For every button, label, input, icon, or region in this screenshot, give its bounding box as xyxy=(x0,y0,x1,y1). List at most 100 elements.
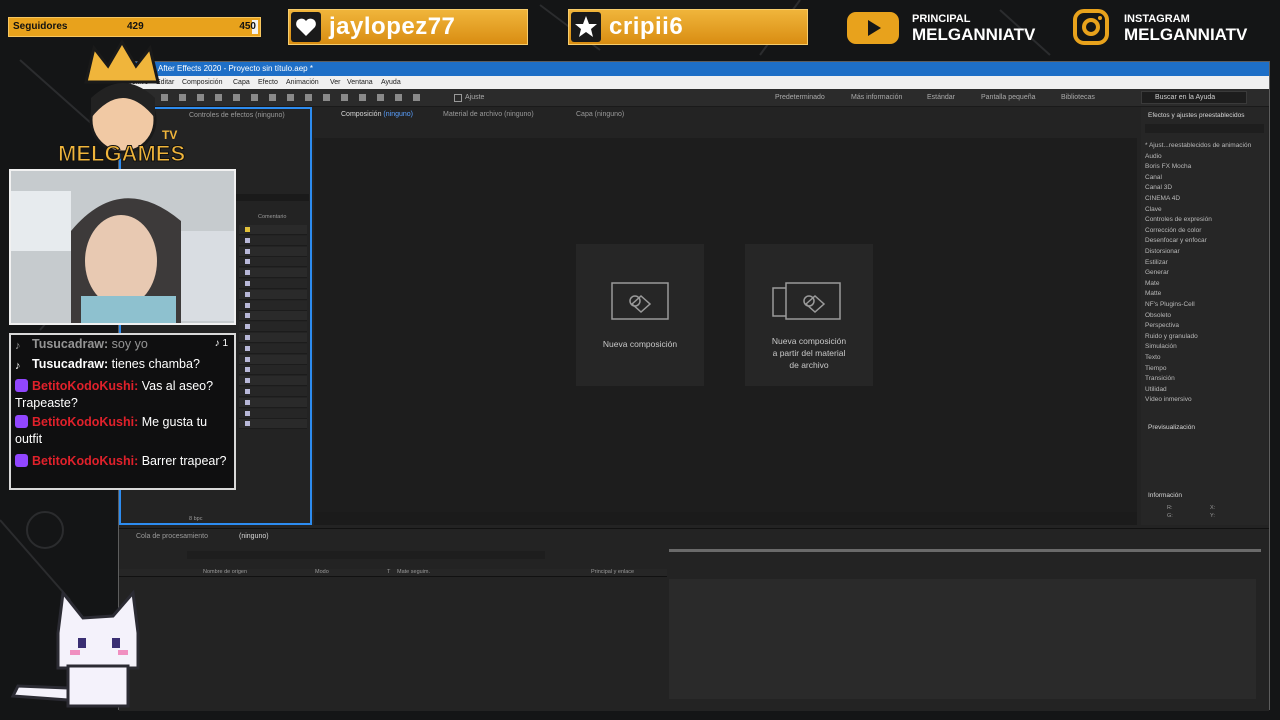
project-item-row[interactable] xyxy=(239,289,307,300)
project-item-row[interactable] xyxy=(239,376,307,387)
effect-category-item[interactable]: Generar xyxy=(1145,269,1169,276)
work-area-bar[interactable] xyxy=(669,549,1261,552)
brush-tool-icon[interactable] xyxy=(305,94,312,101)
project-item-row[interactable] xyxy=(239,387,307,397)
new-composition-from-footage-card[interactable]: Nueva composición a partir del material … xyxy=(745,244,873,386)
effect-category-item[interactable]: Perspectiva xyxy=(1145,322,1179,329)
project-item-row[interactable] xyxy=(239,333,307,343)
label-color-swatch[interactable] xyxy=(245,259,250,265)
menu-ayuda[interactable]: Ayuda xyxy=(381,79,401,86)
label-color-swatch[interactable] xyxy=(245,313,250,319)
project-item-row[interactable] xyxy=(239,365,307,376)
tab-effect-controls[interactable]: Controles de efectos (ninguno) xyxy=(189,112,285,119)
timeline-track-area[interactable] xyxy=(669,579,1256,699)
text-tool-icon[interactable] xyxy=(287,94,294,101)
effect-category-item[interactable]: Tiempo xyxy=(1145,365,1166,372)
effect-category-item[interactable]: Matte xyxy=(1145,290,1161,297)
selection-tool-icon[interactable] xyxy=(413,94,420,101)
effect-category-item[interactable]: Desenfocar y enfocar xyxy=(1145,237,1207,244)
effect-category-item[interactable]: Utilidad xyxy=(1145,386,1167,393)
label-color-swatch[interactable] xyxy=(245,410,250,416)
label-color-swatch[interactable] xyxy=(245,356,250,362)
project-item-row[interactable] xyxy=(239,279,307,289)
workspace-estandar[interactable]: Estándar xyxy=(927,94,955,101)
effect-category-item[interactable]: CINEMA 4D xyxy=(1145,195,1180,202)
menu-efecto[interactable]: Efecto xyxy=(258,79,278,86)
label-color-swatch[interactable] xyxy=(245,302,250,308)
tab-timeline-none[interactable]: (ninguno) xyxy=(239,533,269,540)
label-color-swatch[interactable] xyxy=(245,324,250,330)
effect-category-item[interactable]: * Ajust...reestablecidos de animación xyxy=(1145,142,1251,149)
project-item-row[interactable] xyxy=(239,300,307,311)
effect-category-item[interactable]: Mate xyxy=(1145,280,1159,287)
label-color-swatch[interactable] xyxy=(245,237,250,243)
effect-category-item[interactable]: Vídeo inmersivo xyxy=(1145,396,1192,403)
pan-tool-icon[interactable] xyxy=(233,94,240,101)
project-item-row[interactable] xyxy=(239,311,307,322)
mask-tool-icon[interactable] xyxy=(251,94,258,101)
effect-category-item[interactable]: Transición xyxy=(1145,375,1175,382)
effect-category-item[interactable]: Texto xyxy=(1145,354,1161,361)
bpc-indicator[interactable]: 8 bpc xyxy=(189,516,202,522)
tab-composition[interactable]: Composición (ninguno) xyxy=(341,111,413,118)
puppet-tool-icon[interactable] xyxy=(395,94,402,101)
project-item-row[interactable] xyxy=(239,322,307,333)
label-color-swatch[interactable] xyxy=(245,389,250,394)
project-item-row[interactable] xyxy=(239,419,307,430)
effect-category-item[interactable]: Canal xyxy=(1145,174,1162,181)
project-item-row[interactable] xyxy=(239,354,307,365)
new-composition-card[interactable]: Nueva composición xyxy=(576,244,704,386)
rotate-tool-icon[interactable] xyxy=(197,94,204,101)
project-item-row[interactable] xyxy=(239,343,307,354)
workspace-mas-informacion[interactable]: Más información xyxy=(851,94,902,101)
project-item-row[interactable] xyxy=(239,397,307,408)
project-item-row[interactable] xyxy=(239,408,307,419)
effect-category-item[interactable]: Distorsionar xyxy=(1145,248,1180,255)
effect-category-item[interactable]: Controles de expresión xyxy=(1145,216,1212,223)
workspace-bibliotecas[interactable]: Bibliotecas xyxy=(1061,94,1095,101)
camera-tool-icon[interactable] xyxy=(215,94,222,101)
snap-checkbox[interactable] xyxy=(454,94,462,102)
tab-footage[interactable]: Material de archivo (ninguno) xyxy=(443,111,534,118)
project-item-row[interactable] xyxy=(239,268,307,279)
effect-category-item[interactable]: Canal 3D xyxy=(1145,184,1172,191)
effect-category-item[interactable]: Simulación xyxy=(1145,343,1177,350)
label-color-swatch[interactable] xyxy=(245,378,250,384)
label-color-swatch[interactable] xyxy=(245,281,250,286)
label-color-swatch[interactable] xyxy=(245,248,250,254)
menu-ventana[interactable]: Ventana xyxy=(347,79,373,86)
effect-category-item[interactable]: Ruido y granulado xyxy=(1145,333,1198,340)
project-item-row[interactable] xyxy=(239,225,307,235)
label-color-swatch[interactable] xyxy=(245,399,250,405)
stamp-tool-icon[interactable] xyxy=(323,94,330,101)
project-item-row[interactable] xyxy=(239,246,307,257)
label-color-swatch[interactable] xyxy=(245,345,250,351)
effect-category-item[interactable]: Estilizar xyxy=(1145,259,1168,266)
pen-tool-icon[interactable] xyxy=(269,94,276,101)
effects-search-input[interactable] xyxy=(1145,124,1264,133)
project-item-row[interactable] xyxy=(239,235,307,246)
menu-capa[interactable]: Capa xyxy=(233,79,250,86)
workspace-predeterminado[interactable]: Predeterminado xyxy=(775,94,825,101)
roto-tool-icon[interactable] xyxy=(359,94,366,101)
label-color-swatch[interactable] xyxy=(245,227,250,232)
label-color-swatch[interactable] xyxy=(245,335,250,340)
workspace-pantalla-pequena[interactable]: Pantalla pequeña xyxy=(981,94,1036,101)
effect-category-item[interactable]: NF's Plugins-Cell xyxy=(1145,301,1195,308)
effect-category-item[interactable]: Boris FX Mocha xyxy=(1145,163,1191,170)
menu-animacion[interactable]: Animación xyxy=(286,79,319,86)
label-color-swatch[interactable] xyxy=(245,270,250,276)
menu-ver[interactable]: Ver xyxy=(330,79,341,86)
tab-layer[interactable]: Capa (ninguno) xyxy=(576,111,624,118)
label-color-swatch[interactable] xyxy=(245,291,250,297)
effect-category-item[interactable]: Clave xyxy=(1145,206,1162,213)
tab-render-queue[interactable]: Cola de procesamiento xyxy=(136,533,208,540)
timeline-search-input[interactable] xyxy=(187,551,545,559)
project-item-row[interactable] xyxy=(239,257,307,268)
label-color-swatch[interactable] xyxy=(245,421,250,427)
pin-tool-icon[interactable] xyxy=(377,94,384,101)
effect-category-item[interactable]: Audio xyxy=(1145,153,1162,160)
effect-category-item[interactable]: Obsoleto xyxy=(1145,312,1171,319)
eraser-tool-icon[interactable] xyxy=(341,94,348,101)
effect-category-item[interactable]: Corrección de color xyxy=(1145,227,1201,234)
